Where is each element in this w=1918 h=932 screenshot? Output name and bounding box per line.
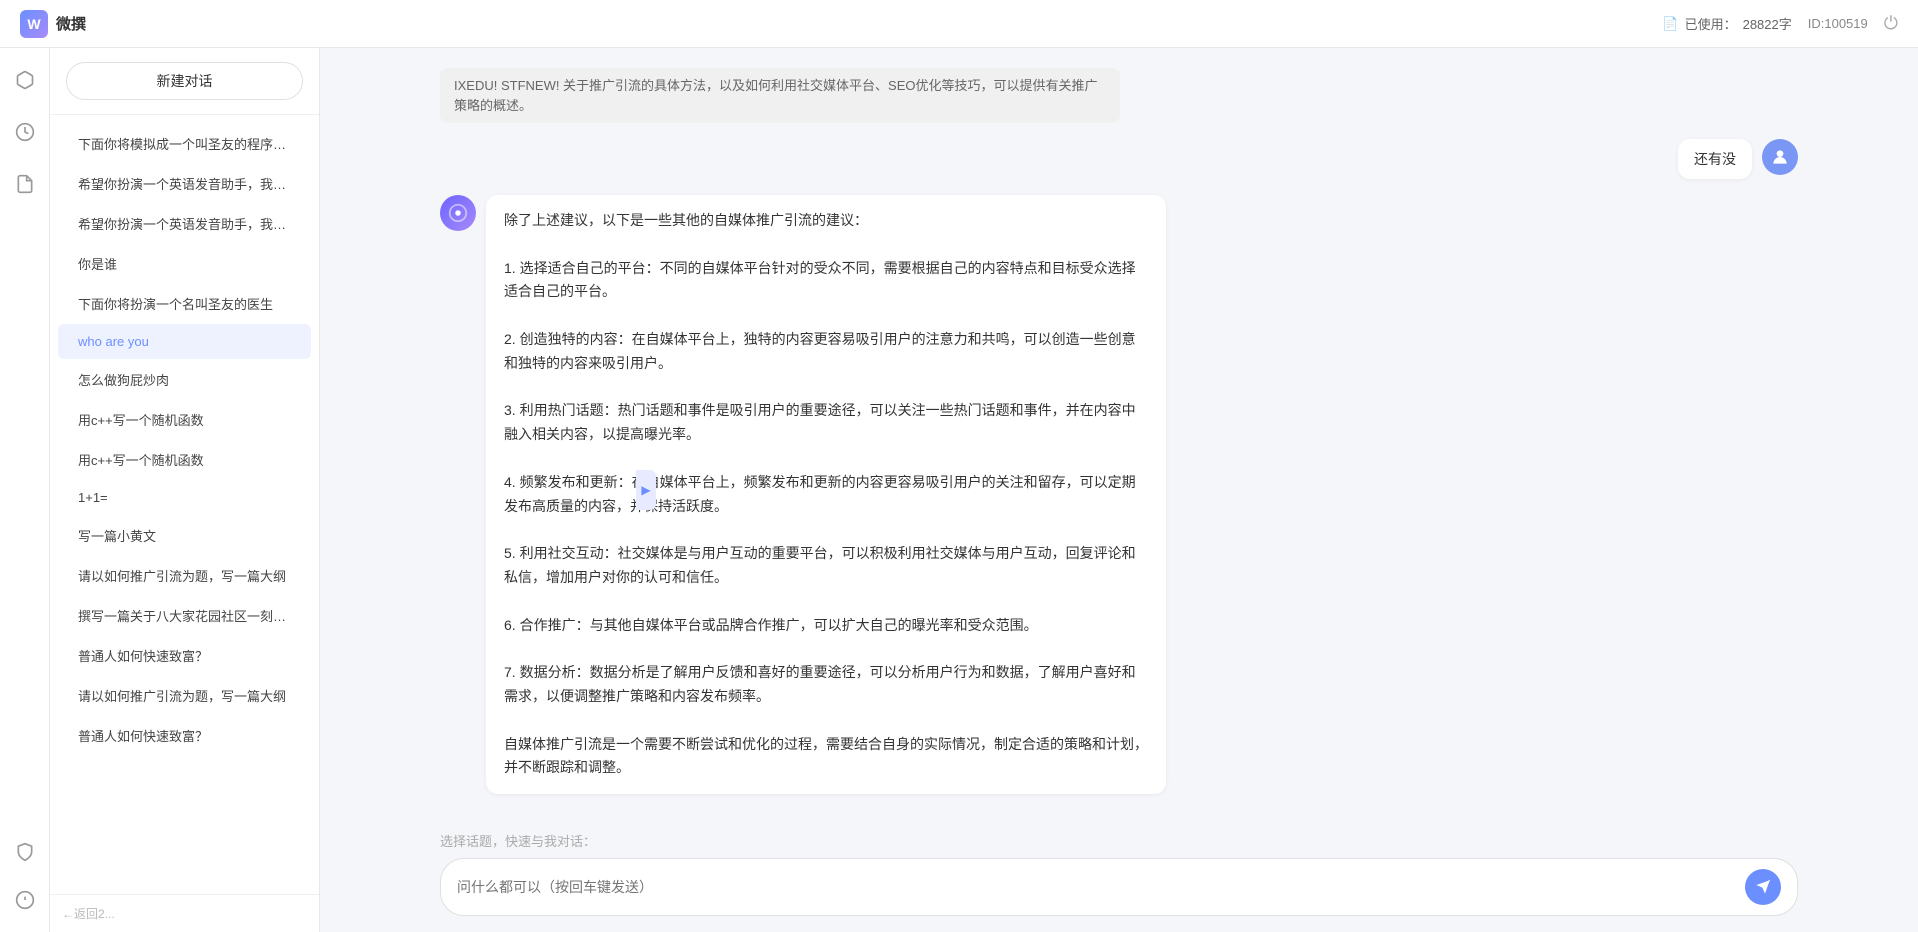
sidebar-item[interactable]: 写一篇小黄文	[58, 516, 311, 555]
ai-avatar	[440, 195, 476, 231]
usage-icon: 📄	[1662, 16, 1678, 32]
sidebar-bottom: ←返回2...	[50, 894, 319, 932]
message-row: IXEDU! STFNEW! 关于推广引流的具体方法，以及如何利用社交媒体平台、…	[440, 68, 1798, 123]
power-button[interactable]: ⏻	[1884, 13, 1898, 34]
sidebar-item[interactable]: 希望你扮演一个英语发音助手，我提供给你...	[58, 164, 311, 203]
info-icon[interactable]	[9, 884, 41, 916]
sidebar-item[interactable]: 普通人如何快速致富？	[58, 636, 311, 675]
sidebar-item[interactable]: 希望你扮演一个英语发音助手，我提供给你...	[58, 204, 311, 243]
clock-icon[interactable]	[9, 116, 41, 148]
icon-bar	[0, 48, 50, 932]
shield-icon[interactable]	[9, 836, 41, 868]
chat-messages: IXEDU! STFNEW! 关于推广引流的具体方法，以及如何利用社交媒体平台、…	[320, 48, 1918, 819]
input-box	[440, 858, 1798, 916]
sidebar-item[interactable]: 下面你将模拟成一个叫圣友的程序员，我说...	[58, 124, 311, 163]
send-button[interactable]	[1745, 869, 1781, 905]
main-layout: 新建对话 下面你将模拟成一个叫圣友的程序员，我说... 希望你扮演一个英语发音助…	[0, 48, 1918, 932]
header: W 微撰 📄 已使用： 28822字 ID:100519 ⏻	[0, 0, 1918, 48]
user-avatar	[1762, 139, 1798, 175]
quick-select-label: 选择话题，快速与我对话：	[440, 831, 1798, 850]
sidebar-bottom-text: ←返回2...	[62, 907, 115, 921]
user-message-bubble: 还有没	[1678, 139, 1752, 179]
message-row-user: 还有没	[440, 139, 1798, 179]
sidebar-item[interactable]: 用c++写一个随机函数	[58, 400, 311, 439]
chat-area: IXEDU! STFNEW! 关于推广引流的具体方法，以及如何利用社交媒体平台、…	[320, 48, 1918, 932]
logo-icon: W	[20, 10, 48, 38]
partial-message: IXEDU! STFNEW! 关于推广引流的具体方法，以及如何利用社交媒体平台、…	[440, 68, 1120, 123]
logo-area: W 微撰	[20, 10, 86, 38]
sidebar-item[interactable]: 你是谁	[58, 244, 311, 283]
collapse-sidebar-button[interactable]: ▶	[636, 470, 656, 510]
sidebar-item[interactable]: 下面你将扮演一个名叫圣友的医生	[58, 284, 311, 323]
usage-value: 28822字	[1743, 14, 1792, 33]
ai-message-bubble: 除了上述建议，以下是一些其他的自媒体推广引流的建议： 1. 选择适合自己的平台：…	[486, 195, 1166, 794]
sidebar-item[interactable]: 1+1=	[58, 480, 311, 515]
new-chat-button[interactable]: 新建对话	[66, 62, 303, 100]
user-id: ID:100519	[1808, 16, 1868, 31]
usage-label: 已使用：	[1685, 14, 1737, 33]
sidebar-item[interactable]: 请以如何推广引流为题，写一篇大纲	[58, 676, 311, 715]
cube-icon[interactable]	[9, 64, 41, 96]
sidebar: 新建对话 下面你将模拟成一个叫圣友的程序员，我说... 希望你扮演一个英语发音助…	[50, 48, 320, 932]
sidebar-item-active[interactable]: who are you	[58, 324, 311, 359]
sidebar-item[interactable]: 怎么做狗屁炒肉	[58, 360, 311, 399]
sidebar-header: 新建对话	[50, 48, 319, 115]
app-title: 微撰	[56, 13, 86, 34]
sidebar-item[interactable]: 请以如何推广引流为题，写一篇大纲	[58, 556, 311, 595]
usage-info: 📄 已使用： 28822字	[1662, 14, 1791, 33]
document-icon[interactable]	[9, 168, 41, 200]
sidebar-item[interactable]: 撰写一篇关于八大家花园社区一刻钟便民生...	[58, 596, 311, 635]
sidebar-item[interactable]: 用c++写一个随机函数	[58, 440, 311, 479]
sidebar-item[interactable]: 普通人如何快速致富？	[58, 716, 311, 755]
chat-input-area: 选择话题，快速与我对话：	[320, 819, 1918, 932]
sidebar-list: 下面你将模拟成一个叫圣友的程序员，我说... 希望你扮演一个英语发音助手，我提供…	[50, 115, 319, 894]
header-right: 📄 已使用： 28822字 ID:100519 ⏻	[1662, 13, 1898, 34]
chat-input[interactable]	[457, 879, 1735, 895]
